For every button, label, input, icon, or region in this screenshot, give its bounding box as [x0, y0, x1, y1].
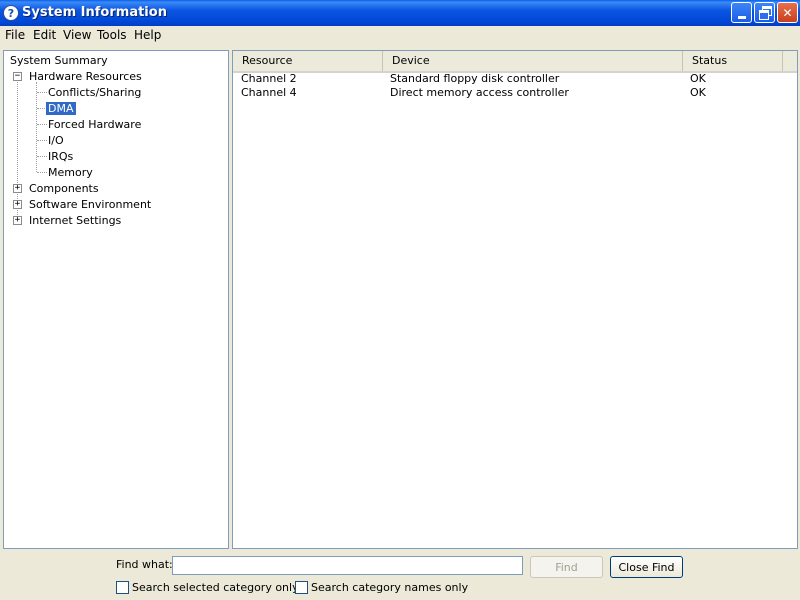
column-header-device[interactable]: Device — [383, 51, 683, 71]
cell-status: OK — [690, 86, 706, 99]
table-row[interactable]: Channel 4 Direct memory access controlle… — [233, 86, 797, 100]
close-find-button[interactable]: Close Find — [610, 556, 683, 578]
cell-resource: Channel 4 — [241, 86, 297, 99]
title-bar: ? System Information ✕ — [0, 0, 800, 26]
restore-icon-front — [759, 10, 769, 20]
menu-file[interactable]: File — [5, 28, 25, 42]
close-icon: ✕ — [782, 5, 793, 20]
tree-item-label: Hardware Resources — [29, 70, 142, 83]
collapse-icon[interactable]: − — [13, 72, 22, 81]
tree-item-io[interactable]: I/O — [48, 133, 64, 148]
restore-button[interactable] — [754, 2, 775, 23]
tree-item-label: Memory — [48, 166, 93, 179]
cell-status: OK — [690, 72, 706, 85]
tree-connector — [37, 124, 47, 125]
category-tree[interactable]: System Summary − Hardware Resources Conf… — [3, 50, 229, 549]
search-category-names-checkbox[interactable] — [295, 581, 308, 594]
close-button[interactable]: ✕ — [777, 2, 798, 23]
expand-icon[interactable]: + — [13, 216, 22, 225]
window-title: System Information — [22, 5, 167, 20]
menu-view[interactable]: View — [63, 28, 91, 42]
tree-connector — [36, 82, 37, 172]
help-question-icon: ? — [3, 5, 19, 21]
menu-edit[interactable]: Edit — [33, 28, 56, 42]
tree-item-internet-settings[interactable]: Internet Settings — [29, 213, 121, 228]
search-selected-category-checkbox[interactable] — [116, 581, 129, 594]
tree-item-label: Software Environment — [29, 198, 152, 211]
tree-item-software-environment[interactable]: Software Environment — [29, 197, 151, 212]
list-header: Resource Device Status — [233, 51, 797, 73]
tree-connector — [37, 92, 47, 93]
tree-item-dma[interactable]: DMA — [46, 101, 76, 116]
find-what-input[interactable] — [172, 556, 523, 575]
tree-item-label: IRQs — [48, 150, 74, 163]
menu-tools[interactable]: Tools — [97, 28, 127, 42]
table-row[interactable]: Channel 2 Standard floppy disk controlle… — [233, 72, 797, 86]
tree-item-label: System Summary — [10, 54, 108, 67]
search-selected-category-label[interactable]: Search selected category only — [132, 581, 299, 594]
expand-icon[interactable]: + — [13, 184, 22, 193]
tree-connector — [37, 156, 47, 157]
menu-bar: File Edit View Tools Help — [0, 26, 800, 44]
expand-icon[interactable]: + — [13, 200, 22, 209]
tree-item-label: Forced Hardware — [48, 118, 142, 131]
tree-item-conflicts-sharing[interactable]: Conflicts/Sharing — [48, 85, 141, 100]
tree-item-label: Conflicts/Sharing — [48, 86, 142, 99]
tree-item-hardware-resources[interactable]: Hardware Resources — [29, 69, 142, 84]
minimize-button[interactable] — [731, 2, 752, 23]
tree-item-label: Internet Settings — [29, 214, 122, 227]
cell-device: Standard floppy disk controller — [390, 72, 560, 85]
find-what-label: Find what: — [116, 558, 173, 571]
details-list[interactable]: Resource Device Status Channel 2 Standar… — [232, 50, 798, 549]
tree-connector — [37, 172, 47, 173]
tree-item-components[interactable]: Components — [29, 181, 99, 196]
minimize-icon — [737, 15, 746, 19]
tree-item-irqs[interactable]: IRQs — [48, 149, 73, 164]
tree-item-memory[interactable]: Memory — [48, 165, 93, 180]
cell-device: Direct memory access controller — [390, 86, 569, 99]
search-category-names-label[interactable]: Search category names only — [311, 581, 468, 594]
column-header-status[interactable]: Status — [683, 51, 783, 71]
tree-item-system-summary[interactable]: System Summary — [10, 53, 108, 68]
cell-resource: Channel 2 — [241, 72, 297, 85]
tree-item-label: Components — [29, 182, 99, 195]
tree-item-label: DMA — [46, 102, 76, 115]
column-header-resource[interactable]: Resource — [233, 51, 383, 71]
menu-help[interactable]: Help — [134, 28, 161, 42]
tree-item-forced-hardware[interactable]: Forced Hardware — [48, 117, 141, 132]
tree-connector — [37, 140, 47, 141]
find-button[interactable]: Find — [530, 556, 603, 578]
tree-item-label: I/O — [48, 134, 64, 147]
